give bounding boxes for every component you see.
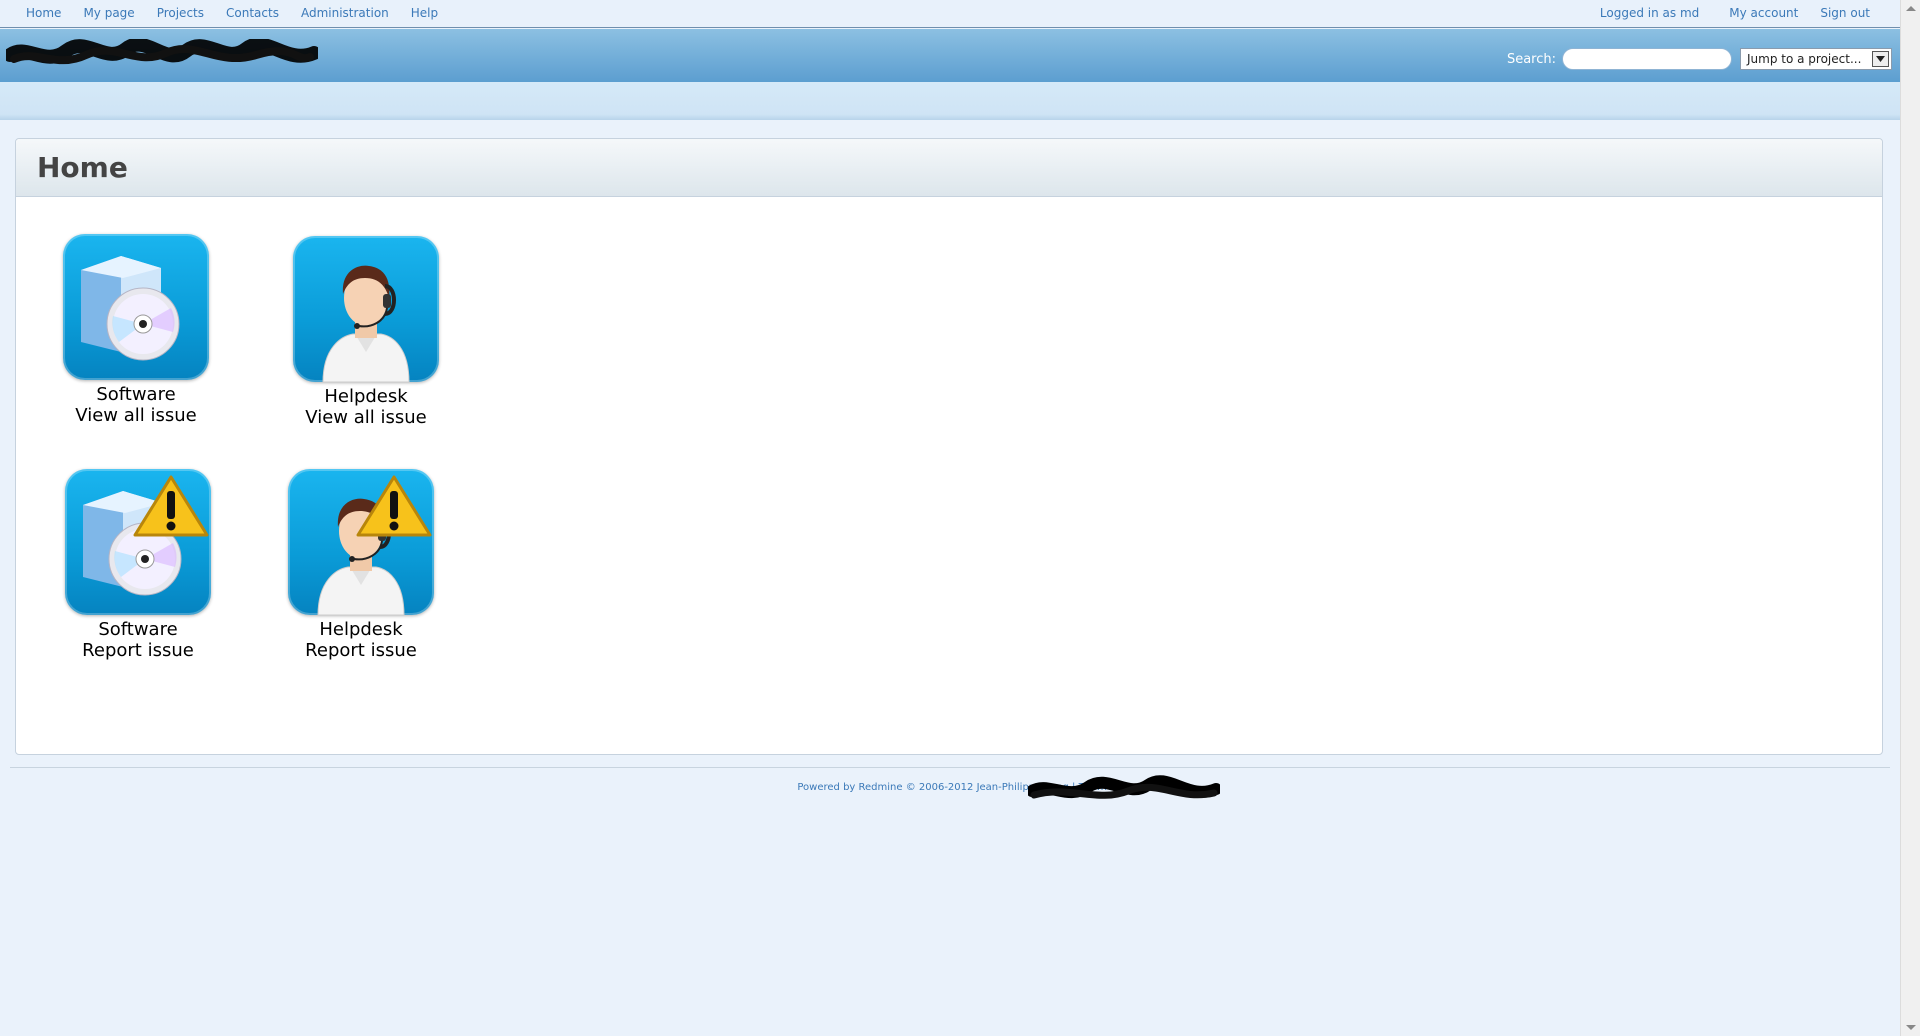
tile-caption-line2: Report issue — [82, 640, 194, 661]
top-menu-my-page[interactable]: My page — [83, 6, 134, 20]
tile-software-view-issues[interactable]: Software View all issue — [36, 234, 236, 426]
top-menu: Home My page Projects Contacts Administr… — [0, 0, 1900, 28]
sign-out-link[interactable]: Sign out — [1820, 6, 1870, 20]
header: Search: Jump to a project... — [0, 29, 1900, 82]
scroll-up-icon[interactable] — [1906, 6, 1916, 11]
project-jump-label: Jump to a project... — [1747, 52, 1862, 66]
footer: Powered by Redmine © 2006-2012 Jean-Phil… — [0, 782, 1920, 793]
search-input[interactable] — [1562, 48, 1732, 70]
software-box-icon[interactable] — [63, 234, 209, 380]
dropdown-arrow-icon[interactable] — [1872, 51, 1889, 67]
tile-caption-line2: Report issue — [305, 640, 417, 661]
tile-helpdesk-view-issues[interactable]: Helpdesk View all issue — [266, 236, 466, 428]
quick-search: Search: Jump to a project... — [1507, 48, 1892, 70]
main-menu-bar — [0, 82, 1900, 120]
tile-caption: Software Report issue — [38, 619, 238, 661]
top-menu-home[interactable]: Home — [26, 6, 61, 20]
redacted-footer-text — [1028, 775, 1220, 799]
tile-caption-line1: Helpdesk — [324, 386, 408, 407]
tile-caption: Helpdesk Report issue — [261, 619, 461, 661]
top-menu-projects[interactable]: Projects — [157, 6, 204, 20]
tile-software-report-issue[interactable]: Software Report issue — [38, 469, 238, 661]
top-menu-help[interactable]: Help — [411, 6, 438, 20]
redacted-logo — [6, 39, 318, 65]
page-title: Home — [37, 151, 128, 184]
top-menu-right: Logged in as md My account Sign out — [1600, 6, 1870, 20]
tile-caption: Helpdesk View all issue — [266, 386, 466, 428]
logged-in-as: Logged in as md — [1599, 6, 1700, 20]
tile-caption-line1: Software — [98, 619, 178, 640]
tile-helpdesk-report-issue[interactable]: Helpdesk Report issue — [261, 469, 461, 661]
helpdesk-operator-warning-icon[interactable] — [288, 469, 434, 615]
tile-caption-line2: View all issue — [305, 407, 427, 428]
software-box-warning-icon[interactable] — [65, 469, 211, 615]
helpdesk-operator-icon[interactable] — [293, 236, 439, 382]
title-bar — [16, 139, 1882, 197]
top-menu-contacts[interactable]: Contacts — [226, 6, 279, 20]
tile-caption-line1: Helpdesk — [319, 619, 403, 640]
top-menu-left: Home My page Projects Contacts Administr… — [26, 6, 460, 20]
content-box: Home Software View all issue Helpdesk Vi… — [15, 138, 1883, 755]
scroll-down-icon[interactable] — [1906, 1025, 1916, 1030]
tile-caption: Software View all issue — [36, 384, 236, 426]
tile-caption-line1: Software — [96, 384, 176, 405]
my-account-link[interactable]: My account — [1729, 6, 1798, 20]
footer-divider — [10, 767, 1890, 768]
tile-caption-line2: View all issue — [75, 405, 197, 426]
top-menu-administration[interactable]: Administration — [301, 6, 389, 20]
project-jump-select[interactable]: Jump to a project... — [1740, 48, 1892, 70]
search-label: Search: — [1506, 51, 1556, 67]
vertical-scrollbar[interactable] — [1900, 0, 1920, 1036]
